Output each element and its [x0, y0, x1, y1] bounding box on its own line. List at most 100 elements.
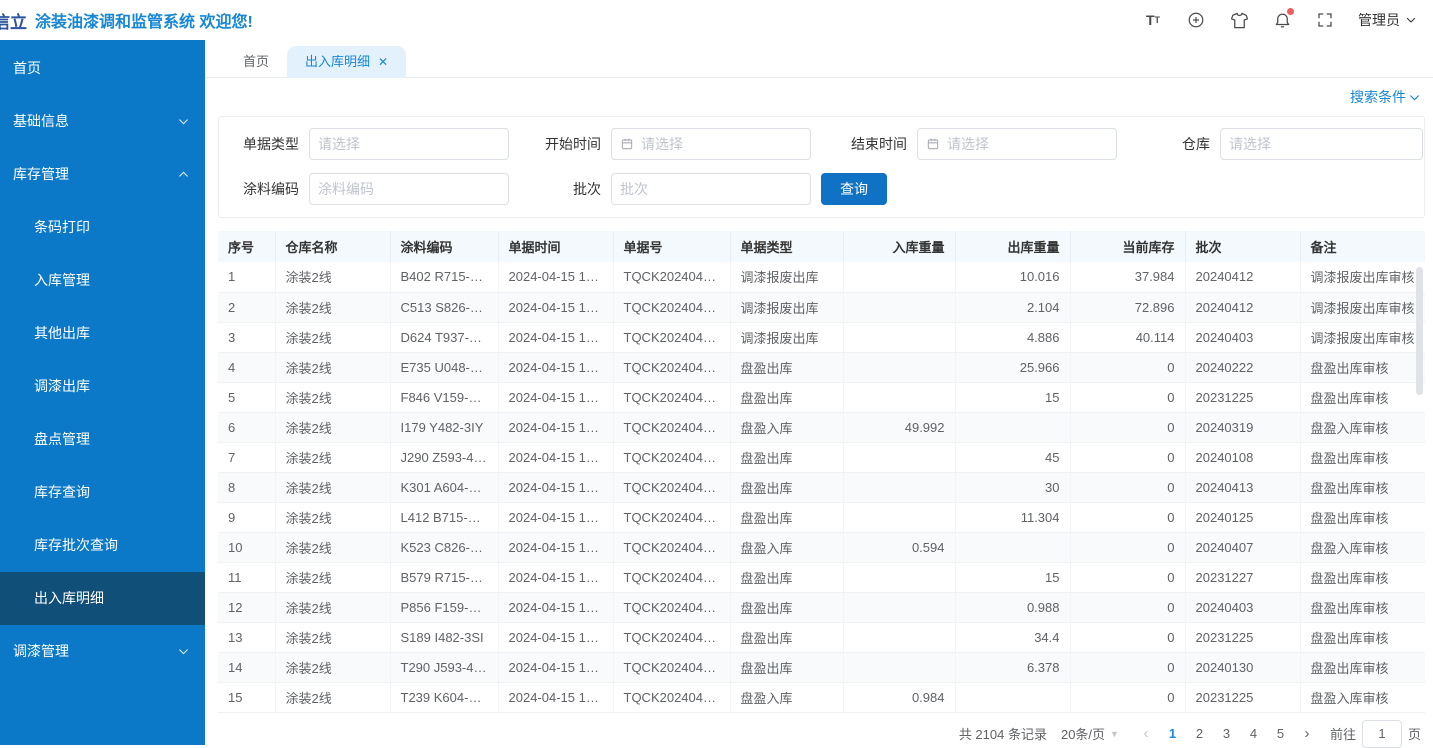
page-number[interactable]: 4 [1240, 720, 1267, 748]
warehouse-input[interactable] [1229, 136, 1414, 152]
table-cell: 涂装2线 [275, 292, 390, 322]
table-row: 2涂装2线C513 S826-7CS2024-04-15 15:...TQCK2… [218, 292, 1425, 322]
notification-bell-icon[interactable] [1272, 10, 1292, 30]
fullscreen-icon[interactable] [1315, 10, 1335, 30]
table-cell [955, 532, 1070, 562]
user-menu[interactable]: 管理员 [1358, 10, 1417, 30]
table-cell: T290 J593-4TJ [390, 652, 498, 682]
chevron-down-icon [177, 645, 190, 658]
table-cell [843, 352, 955, 382]
font-size-icon[interactable]: TT [1143, 10, 1163, 30]
warehouse-select[interactable] [1220, 128, 1423, 160]
tab[interactable]: 首页 [225, 46, 287, 78]
table-cell: 30 [955, 472, 1070, 502]
table-cell [843, 262, 955, 292]
table-cell: 2 [218, 292, 275, 322]
table-cell [843, 592, 955, 622]
table-cell: L412 B715-6LB [390, 502, 498, 532]
table-cell: TQCK2024041.... [613, 592, 730, 622]
sidebar-item[interactable]: 其他出库 [0, 307, 205, 360]
table-cell: 0 [1070, 592, 1185, 622]
batch-input[interactable] [620, 181, 802, 197]
table-cell [843, 442, 955, 472]
theme-shirt-icon[interactable] [1229, 10, 1249, 30]
table-cell: 盘盈入库审核 [1300, 532, 1425, 562]
end-time-input[interactable] [947, 136, 1108, 152]
page-number[interactable]: 2 [1186, 720, 1213, 748]
goto-page-input[interactable] [1362, 720, 1402, 748]
table-cell: 0.988 [955, 592, 1070, 622]
sidebar-item[interactable]: 库存查询 [0, 466, 205, 519]
query-button[interactable]: 查询 [821, 173, 887, 205]
table-cell: 20240412 [1185, 292, 1300, 322]
table-cell: 盘盈出库审核 [1300, 622, 1425, 652]
table-cell: TQCK2024041.... [613, 652, 730, 682]
column-header: 单据类型 [730, 231, 843, 262]
doc-type-field: 单据类型 [223, 128, 515, 160]
prev-page-button[interactable]: ‹ [1133, 725, 1159, 742]
page-number[interactable]: 3 [1213, 720, 1240, 748]
table-cell [843, 472, 955, 502]
table-cell: 涂装2线 [275, 382, 390, 412]
table-cell: 11 [218, 562, 275, 592]
sidebar-item[interactable]: 基础信息 [0, 95, 205, 148]
calendar-icon [926, 137, 940, 151]
sidebar-item[interactable]: 盘点管理 [0, 413, 205, 466]
end-time-picker[interactable] [917, 128, 1117, 160]
sidebar-item[interactable]: 调漆管理 [0, 625, 205, 678]
table-cell: 0 [1070, 352, 1185, 382]
table-cell: 盘盈出库 [730, 472, 843, 502]
table-row: 1涂装2线B402 R715-6BR2024-04-15 15:...TQCK2… [218, 262, 1425, 292]
sidebar-item-label: 首页 [13, 60, 41, 76]
batch-box[interactable] [611, 173, 811, 205]
sidebar-item[interactable]: 库存批次查询 [0, 519, 205, 572]
table-cell: 涂装2线 [275, 622, 390, 652]
paint-code-input[interactable] [318, 181, 500, 197]
table-cell: E735 U048-9EU [390, 352, 498, 382]
table-cell: 盘盈入库审核 [1300, 682, 1425, 712]
page-size-select[interactable]: 20条/页 ▼ [1061, 724, 1119, 743]
sidebar-item[interactable]: 库存管理 [0, 148, 205, 201]
table-cell: J290 Z593-4JZ [390, 442, 498, 472]
batch-field: 批次 查询 [515, 173, 1127, 205]
table-cell: 盘盈出库审核 [1300, 502, 1425, 532]
start-time-input[interactable] [641, 136, 802, 152]
table-cell: 2024-04-15 15:... [498, 262, 613, 292]
sidebar-item[interactable]: 出入库明细 [0, 572, 205, 625]
page-number[interactable]: 1 [1159, 720, 1186, 748]
end-time-field: 结束时间 [821, 128, 1127, 160]
start-time-field: 开始时间 [515, 128, 821, 160]
next-page-button[interactable]: › [1294, 725, 1320, 742]
page-number[interactable]: 5 [1267, 720, 1294, 748]
paint-code-box[interactable] [309, 173, 509, 205]
paint-code-label: 涂料编码 [223, 179, 309, 199]
table-cell: 0 [1070, 502, 1185, 532]
table-cell: 20231225 [1185, 382, 1300, 412]
column-header: 批次 [1185, 231, 1300, 262]
sidebar-item[interactable]: 入库管理 [0, 254, 205, 307]
table-cell: 8 [218, 472, 275, 502]
table-cell: 49.992 [843, 412, 955, 442]
doc-type-input[interactable] [318, 136, 500, 152]
tab[interactable]: 出入库明细 ✕ [287, 46, 406, 78]
doc-type-select[interactable] [309, 128, 509, 160]
start-time-picker[interactable] [611, 128, 811, 160]
sidebar-item[interactable]: 首页 [0, 42, 205, 95]
column-header: 备注 [1300, 231, 1425, 262]
close-icon[interactable]: ✕ [378, 56, 388, 68]
table-cell: 盘盈出库审核 [1300, 472, 1425, 502]
table-cell: 45 [955, 442, 1070, 472]
plus-circle-icon[interactable] [1186, 10, 1206, 30]
page-suffix-label: 页 [1408, 724, 1421, 743]
search-form: 单据类型 开始时间 结束时间 仓库 [218, 116, 1425, 218]
table-scrollbar[interactable] [1416, 267, 1423, 395]
column-header: 当前库存 [1070, 231, 1185, 262]
table-cell: 20240403 [1185, 592, 1300, 622]
search-conditions-toggle[interactable]: 搜索条件 [1350, 87, 1421, 107]
table-cell: 6.378 [955, 652, 1070, 682]
table-cell: 2024-04-15 14:... [498, 412, 613, 442]
sidebar-item[interactable]: 条码打印 [0, 201, 205, 254]
sidebar-item[interactable]: 调漆出库 [0, 360, 205, 413]
sidebar-item-label: 库存批次查询 [34, 537, 118, 553]
table-cell: 20240319 [1185, 412, 1300, 442]
